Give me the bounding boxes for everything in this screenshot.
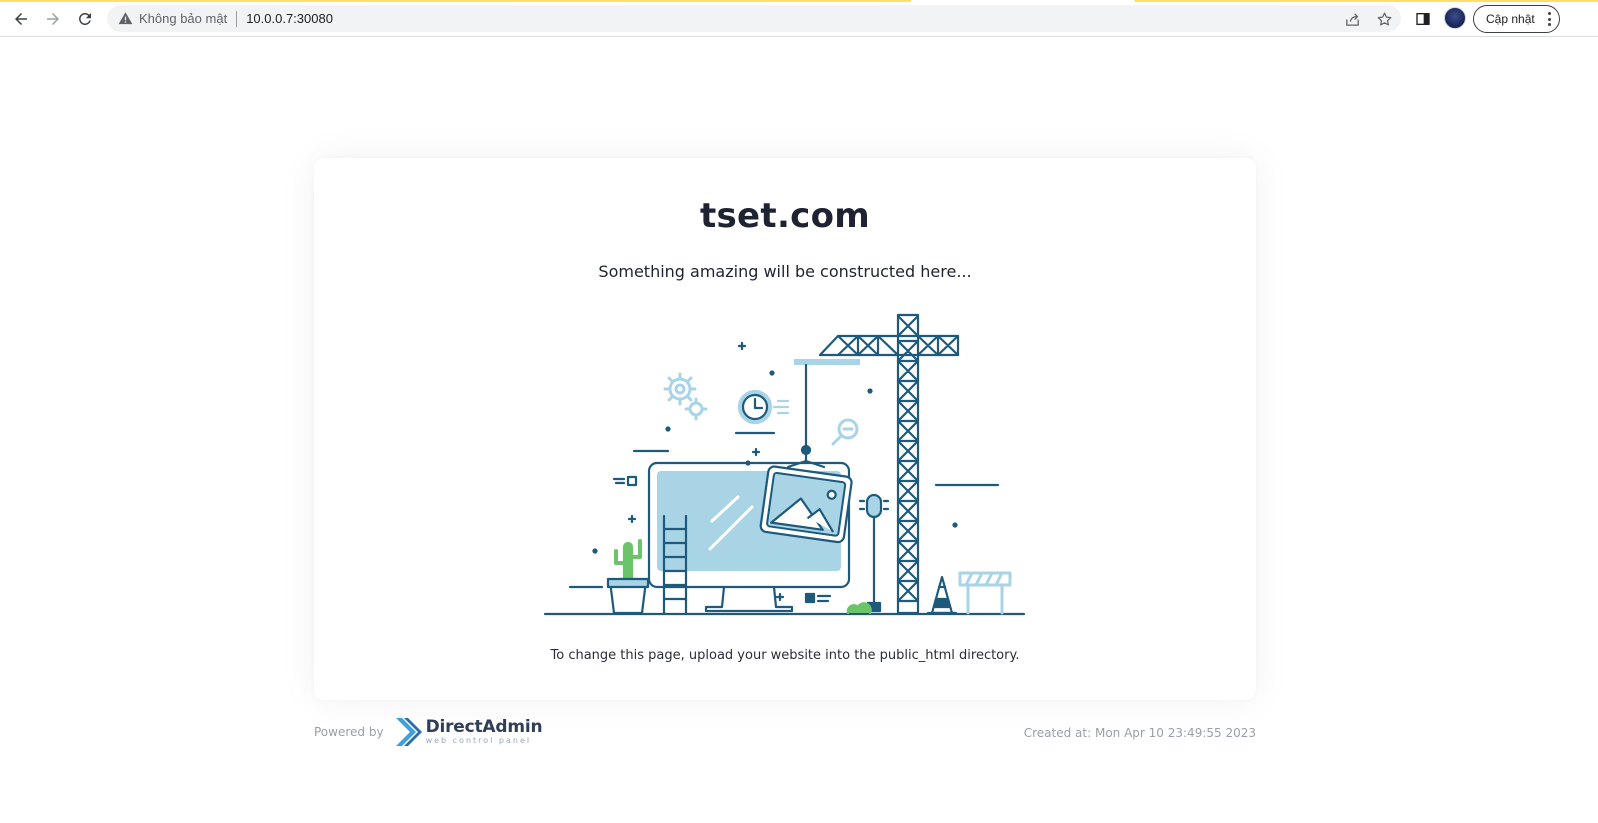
deco-square [626, 475, 638, 487]
content-card: tset.com Something amazing will be const… [314, 158, 1256, 700]
back-button[interactable] [8, 6, 34, 32]
deco-dot [769, 370, 775, 376]
deco-dot [592, 548, 598, 554]
footer-powered-by: Powered by DirectAdmin web control panel [314, 716, 543, 748]
created-at-text: Created at: Mon Apr 10 23:49:55 2023 [1023, 726, 1256, 740]
deco-square [804, 592, 816, 604]
plus-mark [627, 514, 637, 524]
deco-dot [745, 460, 751, 466]
bush-icon [846, 602, 872, 615]
share-icon[interactable] [1343, 10, 1361, 28]
barrier-icon [958, 571, 1012, 615]
magnifier-icon [831, 418, 859, 446]
loading-bar [0, 0, 1598, 2]
bookmark-star-icon[interactable] [1375, 10, 1393, 28]
brand-tagline: web control panel [425, 736, 532, 745]
deco-dot [665, 426, 671, 432]
plus-mark [737, 341, 747, 351]
update-button-label: Cập nhật [1486, 12, 1535, 26]
directadmin-chevron-icon [395, 718, 422, 746]
more-menu-icon[interactable] [1547, 12, 1551, 26]
divider [236, 10, 238, 27]
gear-icon [663, 372, 708, 421]
site-title: tset.com [699, 196, 871, 236]
traffic-cone-icon [926, 575, 958, 615]
update-button[interactable]: Cập nhật [1473, 5, 1560, 33]
side-panel-icon[interactable] [1412, 8, 1434, 30]
cactus-icon [606, 539, 650, 615]
page-subtitle: Something amazing will be constructed he… [598, 262, 972, 281]
clock-icon [737, 389, 790, 425]
lamp-icon [858, 493, 890, 613]
reload-icon [79, 13, 91, 25]
address-bar[interactable]: Không bảo mật 10.0.0.7:30080 [107, 5, 1401, 32]
security-label[interactable]: Không bảo mật [139, 11, 227, 26]
warning-icon[interactable] [117, 11, 133, 27]
url-text[interactable]: 10.0.0.7:30080 [246, 11, 333, 26]
plus-mark [775, 592, 785, 602]
directadmin-logo[interactable]: DirectAdmin web control panel [394, 716, 543, 748]
deco-dot [952, 522, 958, 528]
plus-mark [751, 447, 761, 457]
browser-toolbar: Không bảo mật 10.0.0.7:30080 Cập nhật [0, 0, 1598, 37]
profile-avatar[interactable] [1444, 7, 1466, 29]
upload-hint: To change this page, upload your website… [550, 648, 1020, 663]
forward-button[interactable] [40, 6, 66, 32]
under-construction-illustration [543, 313, 1026, 616]
brand-name: DirectAdmin [425, 717, 543, 737]
image-frame-icon [759, 465, 853, 544]
deco-dot [867, 388, 873, 394]
back-arrow-icon [15, 13, 27, 25]
forward-arrow-icon [47, 13, 59, 25]
powered-by-label: Powered by [314, 725, 384, 739]
reload-button[interactable] [72, 6, 98, 32]
